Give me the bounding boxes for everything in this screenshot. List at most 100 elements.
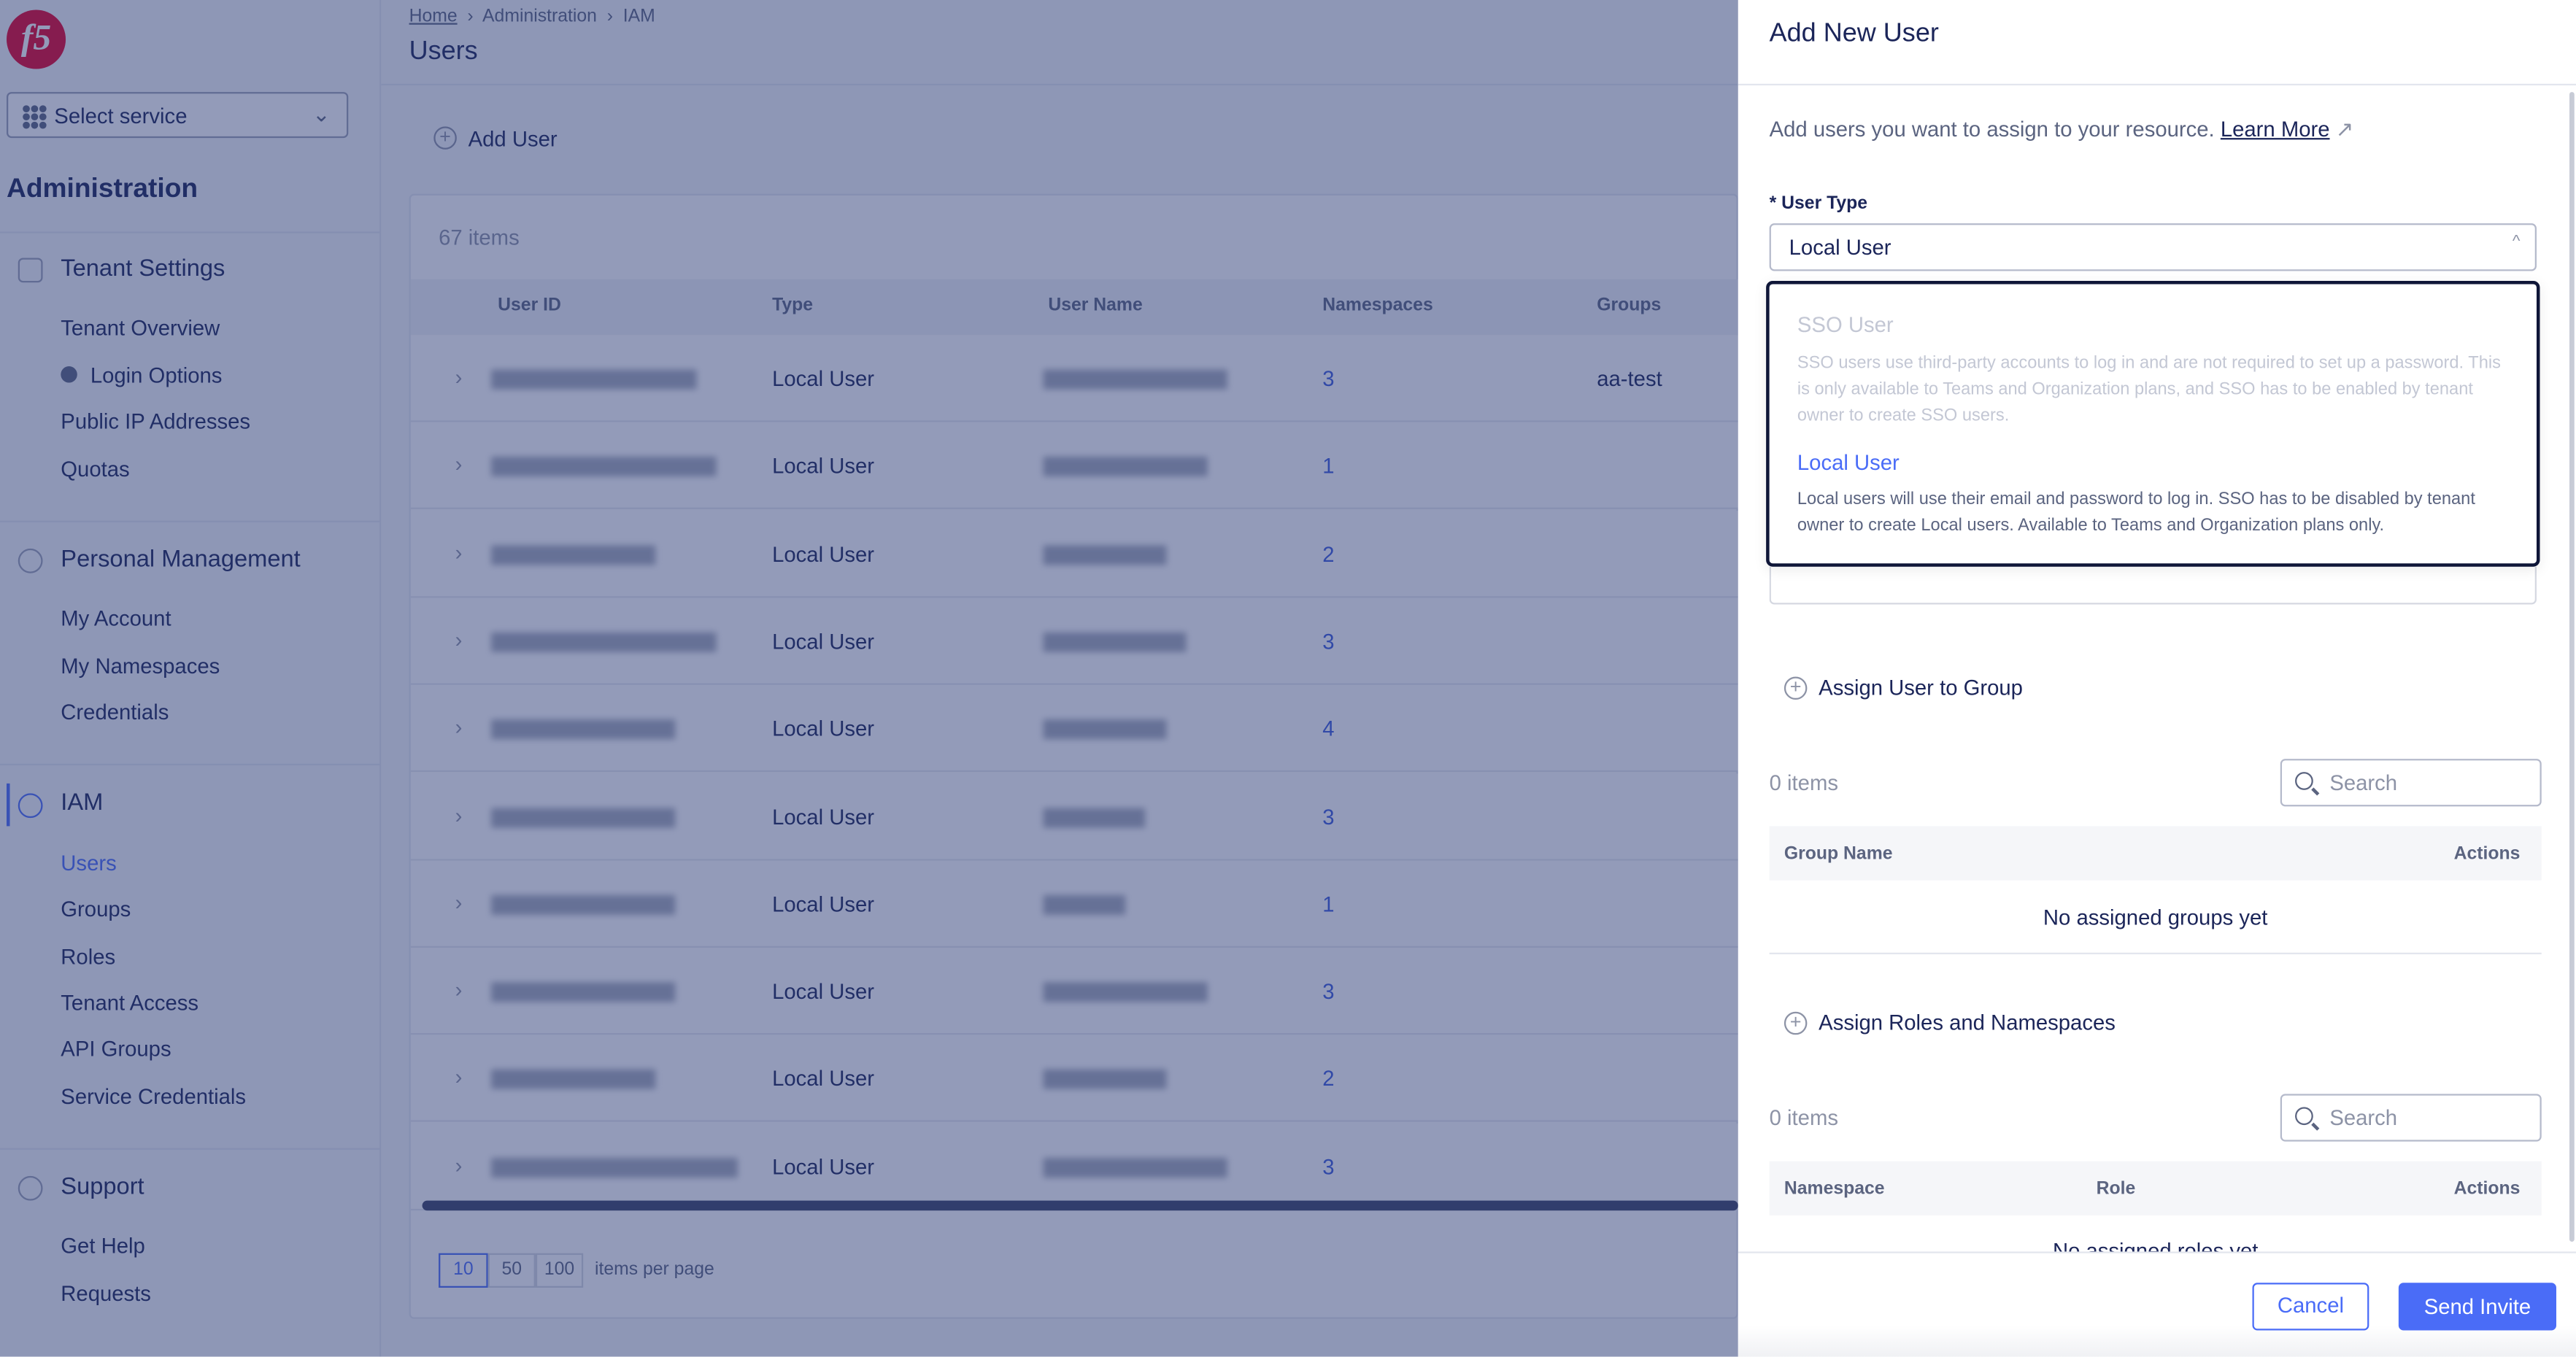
- expand-chevron-icon[interactable]: ›: [455, 715, 463, 740]
- chevron-up-icon: ^: [2512, 233, 2521, 252]
- search-icon: [2295, 1107, 2313, 1126]
- section-tenant-settings[interactable]: Tenant Settings: [61, 256, 225, 282]
- section-support[interactable]: Support: [61, 1175, 144, 1201]
- hidden-field[interactable]: [1769, 566, 2537, 605]
- table-row[interactable]: › Local User 1: [410, 422, 1738, 510]
- key-icon: [18, 793, 43, 819]
- horizontal-scrollbar[interactable]: [422, 1200, 1738, 1211]
- sidebar-item-groups[interactable]: Groups: [61, 897, 131, 921]
- col-groups[interactable]: Groups: [1597, 295, 1661, 315]
- cancel-button[interactable]: Cancel: [2252, 1283, 2369, 1331]
- assign-roles-button[interactable]: Assign Roles and Namespaces: [1819, 1010, 2116, 1035]
- vertical-scrollbar[interactable]: [2569, 92, 2575, 1242]
- namespaces-link[interactable]: 4: [1322, 716, 1334, 741]
- roles-search-input[interactable]: Search: [2280, 1094, 2542, 1142]
- user-name-redacted: [1043, 719, 1167, 740]
- plus-circle-icon: +: [433, 126, 457, 150]
- divider: [0, 1148, 382, 1150]
- namespaces-link[interactable]: 2: [1322, 1067, 1334, 1091]
- sidebar-item-roles[interactable]: Roles: [61, 944, 115, 969]
- breadcrumb: Home › Administration › IAM: [409, 7, 655, 27]
- user-name-redacted: [1043, 632, 1187, 652]
- namespaces-link[interactable]: 1: [1322, 454, 1334, 479]
- table-row[interactable]: › Local User 2: [410, 510, 1738, 598]
- section-iam[interactable]: IAM: [61, 790, 103, 816]
- col-role: Role: [2096, 1179, 2136, 1199]
- page-size-100[interactable]: 100: [535, 1253, 584, 1288]
- sidebar-item-users[interactable]: Users: [61, 851, 116, 875]
- namespaces-link[interactable]: 3: [1322, 366, 1334, 391]
- page-title: Users: [409, 37, 478, 66]
- divider: [0, 520, 382, 522]
- sidebar-item-credentials[interactable]: Credentials: [61, 700, 169, 724]
- table-row[interactable]: › Local User 3: [410, 948, 1738, 1035]
- table-row[interactable]: › Local User 3: [410, 1123, 1738, 1210]
- search-icon: [2295, 772, 2313, 790]
- sidebar-item-api-groups[interactable]: API Groups: [61, 1037, 171, 1062]
- breadcrumb-home[interactable]: Home: [409, 7, 458, 26]
- user-type: Local User: [772, 366, 874, 391]
- roles-table-header: Namespace Role Actions: [1769, 1161, 2542, 1215]
- sidebar-item-login-options[interactable]: Login Options: [90, 363, 223, 388]
- lock-icon: [61, 366, 77, 383]
- sidebar-item-service-credentials[interactable]: Service Credentials: [61, 1084, 246, 1109]
- namespaces-link[interactable]: 2: [1322, 541, 1334, 566]
- expand-chevron-icon[interactable]: ›: [455, 1065, 463, 1090]
- sidebar-item-tenant-overview[interactable]: Tenant Overview: [61, 315, 220, 340]
- user-type-select[interactable]: Local User ^: [1769, 223, 2537, 271]
- sidebar-item-public-ip[interactable]: Public IP Addresses: [61, 409, 250, 434]
- page-size-50[interactable]: 50: [487, 1253, 536, 1288]
- namespaces-link[interactable]: 3: [1322, 1154, 1334, 1179]
- col-actions: Actions: [2453, 1179, 2521, 1199]
- sidebar-item-my-namespaces[interactable]: My Namespaces: [61, 654, 220, 678]
- pagination: 10 50 100 items per page: [439, 1253, 714, 1288]
- sidebar-item-quotas[interactable]: Quotas: [61, 457, 129, 482]
- expand-chevron-icon[interactable]: ›: [455, 978, 463, 1002]
- col-user-name[interactable]: User Name: [1048, 295, 1142, 315]
- table-row[interactable]: › Local User 3 aa-test: [410, 335, 1738, 422]
- expand-chevron-icon[interactable]: ›: [455, 540, 463, 565]
- user-name-redacted: [1043, 1157, 1227, 1178]
- sidebar-item-tenant-access[interactable]: Tenant Access: [61, 991, 198, 1016]
- sidebar: f5 ●●● ●●● ●●● Select service ⌄ Administra…: [0, 0, 382, 1357]
- building-gear-icon: [18, 258, 43, 283]
- expand-chevron-icon[interactable]: ›: [455, 452, 463, 477]
- add-user-button[interactable]: Add User: [468, 126, 558, 151]
- col-user-id[interactable]: User ID: [498, 295, 561, 315]
- user-id-redacted: [491, 632, 717, 652]
- breadcrumb-administration[interactable]: Administration: [482, 7, 597, 26]
- option-sso-user: SSO User: [1797, 312, 1894, 337]
- send-invite-button[interactable]: Send Invite: [2398, 1283, 2556, 1331]
- expand-chevron-icon[interactable]: ›: [455, 365, 463, 390]
- f5-logo[interactable]: f5: [7, 9, 66, 69]
- section-personal-management[interactable]: Personal Management: [61, 547, 300, 573]
- expand-chevron-icon[interactable]: ›: [455, 1153, 463, 1178]
- expand-chevron-icon[interactable]: ›: [455, 803, 463, 827]
- namespaces-link[interactable]: 3: [1322, 804, 1334, 829]
- col-namespaces[interactable]: Namespaces: [1322, 295, 1432, 315]
- namespaces-link[interactable]: 1: [1322, 892, 1334, 916]
- expand-chevron-icon[interactable]: ›: [455, 627, 463, 652]
- namespaces-link[interactable]: 3: [1322, 979, 1334, 1004]
- sidebar-item-my-account[interactable]: My Account: [61, 606, 171, 631]
- service-select[interactable]: ●●● ●●● ●●● Select service ⌄: [7, 92, 349, 139]
- user-name-redacted: [1043, 369, 1227, 390]
- table-row[interactable]: › Local User 4: [410, 685, 1738, 773]
- expand-chevron-icon[interactable]: ›: [455, 890, 463, 915]
- option-local-user[interactable]: Local User: [1797, 450, 1900, 475]
- user-type: Local User: [772, 628, 874, 654]
- user-id-redacted: [491, 544, 656, 565]
- plus-circle-icon: +: [1783, 677, 1808, 700]
- sidebar-item-get-help[interactable]: Get Help: [61, 1234, 145, 1259]
- table-row[interactable]: › Local User 3: [410, 598, 1738, 685]
- namespaces-link[interactable]: 3: [1322, 629, 1334, 654]
- assign-group-button[interactable]: Assign User to Group: [1819, 675, 2023, 700]
- table-row[interactable]: › Local User 1: [410, 860, 1738, 948]
- learn-more-link[interactable]: Learn More: [2221, 117, 2330, 142]
- page-size-10[interactable]: 10: [439, 1253, 488, 1288]
- groups-search-input[interactable]: Search: [2280, 759, 2542, 807]
- col-type[interactable]: Type: [772, 295, 813, 315]
- table-row[interactable]: › Local User 3: [410, 773, 1738, 860]
- sidebar-item-requests[interactable]: Requests: [61, 1281, 151, 1306]
- table-row[interactable]: › Local User 2: [410, 1035, 1738, 1123]
